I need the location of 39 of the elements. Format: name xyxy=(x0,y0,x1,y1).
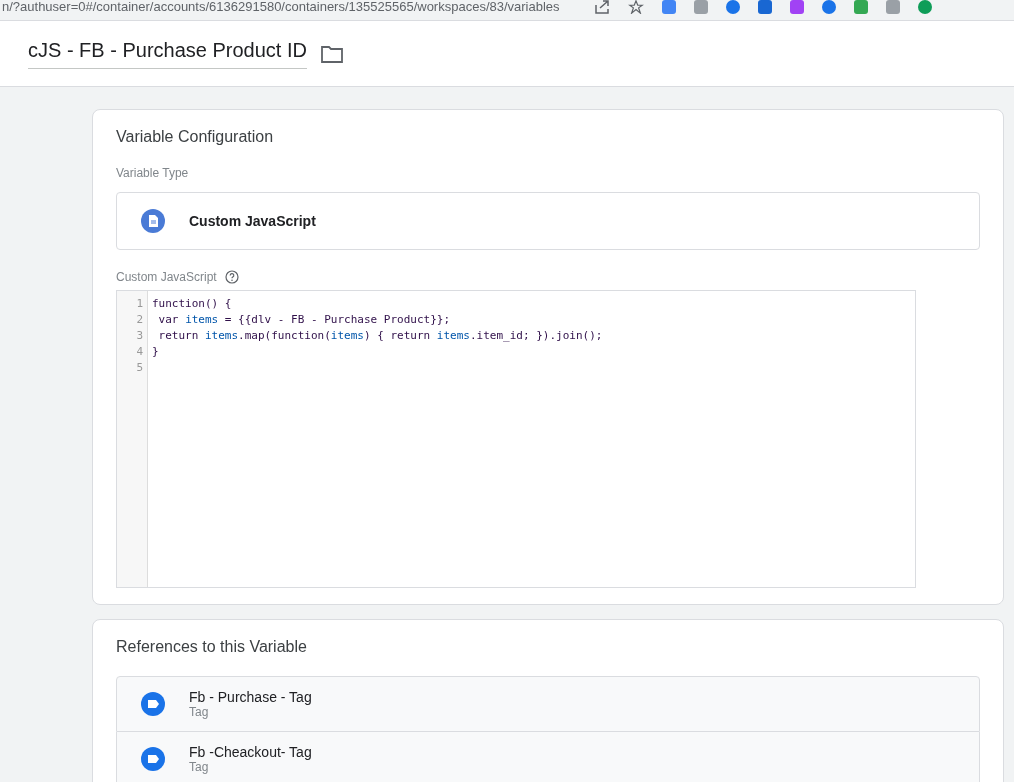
extension-icon[interactable] xyxy=(757,0,772,14)
reference-row[interactable]: Fb -Cheackout- Tag Tag xyxy=(116,732,980,782)
extension-icon[interactable] xyxy=(885,0,900,14)
code-line: function() { xyxy=(152,296,233,312)
field-label: Custom JavaScript xyxy=(116,270,217,284)
document-icon xyxy=(141,209,165,233)
line-number: 5 xyxy=(135,360,144,376)
extension-icon[interactable] xyxy=(725,0,740,14)
extension-icon[interactable] xyxy=(821,0,836,14)
folder-icon[interactable] xyxy=(321,44,343,63)
line-number: 1 xyxy=(135,296,144,312)
line-number: 4 xyxy=(135,344,144,360)
share-icon[interactable] xyxy=(593,0,610,14)
extension-icon[interactable] xyxy=(853,0,868,14)
reference-type: Tag xyxy=(189,705,210,719)
card-title: Variable Configuration xyxy=(116,128,275,146)
extension-icon[interactable] xyxy=(661,0,676,14)
star-icon[interactable] xyxy=(627,0,644,14)
extension-icon[interactable] xyxy=(917,0,932,14)
line-number: 2 xyxy=(135,312,144,328)
code-line: var items = {{dlv - FB - Purchase Product}}; xyxy=(157,312,452,328)
extension-icon[interactable] xyxy=(789,0,804,14)
field-label: Variable Type xyxy=(116,166,190,180)
extension-icon[interactable] xyxy=(693,0,708,14)
address-bar-url[interactable]: n/?authuser=0#/container/accounts/6136291580/containers/135525565/workspaces/83/variables xyxy=(2,0,560,14)
line-number: 3 xyxy=(135,328,144,344)
tag-icon xyxy=(141,747,165,771)
code-editor[interactable]: 1 2 3 4 5 function() { var items = {{dlv - FB - Purchase Product}}; return items.map(function(items) { return items.item_id; }).join(); } xyxy=(116,290,916,588)
code-line: return items.map(function(items) { return items.item_id; }).join(); xyxy=(157,328,603,344)
variable-name-field[interactable]: cJS - FB - Purchase Product ID xyxy=(28,38,307,69)
reference-name: Fb - Purchase - Tag xyxy=(189,689,312,705)
help-icon[interactable] xyxy=(224,270,239,284)
reference-name: Fb -Cheackout- Tag xyxy=(189,744,312,760)
tag-icon xyxy=(141,692,165,716)
reference-row[interactable]: Fb - Purchase - Tag Tag xyxy=(116,676,980,732)
code-line: } xyxy=(152,344,160,360)
reference-type: Tag xyxy=(189,760,210,774)
card-title: References to this Variable xyxy=(116,638,308,656)
variable-type-selector[interactable]: Custom JavaScript xyxy=(116,192,980,250)
